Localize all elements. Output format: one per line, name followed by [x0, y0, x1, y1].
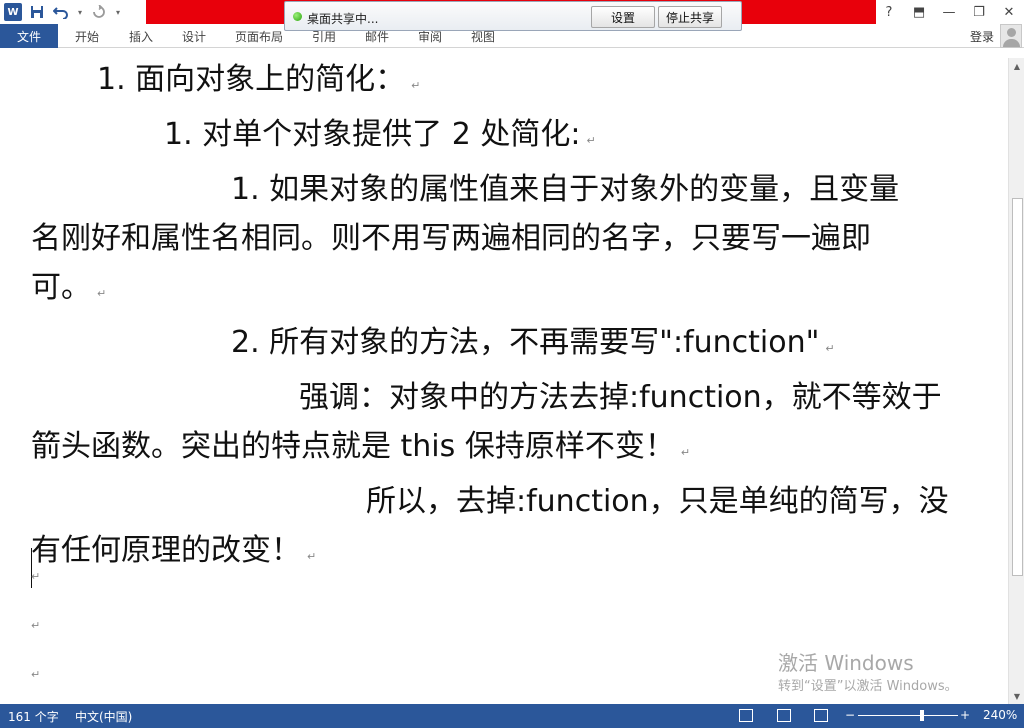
- zoom-slider[interactable]: [858, 715, 958, 716]
- read-mode-icon[interactable]: [739, 709, 753, 722]
- paragraph-mark-icon: ↵: [31, 619, 41, 632]
- web-layout-icon[interactable]: [814, 709, 828, 722]
- stop-share-button[interactable]: 停止共享: [658, 6, 722, 28]
- paragraph-mark-icon: ↵: [31, 570, 41, 583]
- doc-line: 强调：对象中的方法去掉:function，就不等效于: [299, 380, 942, 415]
- paragraph-mark-icon: ↵: [825, 342, 835, 355]
- zoom-out-button[interactable]: −: [845, 708, 855, 722]
- paragraph-mark-icon: ↵: [97, 287, 107, 300]
- doc-line: 1. 如果对象的属性值来自于对象外的变量，且变量: [231, 172, 900, 207]
- desktop-share-toolbar: 桌面共享中... 设置 停止共享: [284, 1, 742, 31]
- word-count[interactable]: 161 个字: [8, 708, 59, 725]
- document-canvas[interactable]: 1. 面向对象上的简化： ↵ 1. 对单个对象提供了 2 处简化: ↵ 1. 如果对…: [0, 48, 1008, 704]
- doc-line: 2. 所有对象的方法，不再需要写":function" ↵: [231, 325, 835, 360]
- restore-button[interactable]: ❐: [964, 0, 994, 24]
- quick-access-toolbar: W ▾ ▾: [4, 2, 122, 22]
- activation-watermark-title: 激活 Windows: [778, 651, 914, 675]
- doc-line: 名刚好和属性名相同。则不用写两遍相同的名字，只要写一遍即: [31, 221, 871, 256]
- doc-line: 1. 对单个对象提供了 2 处简化: ↵: [164, 117, 596, 152]
- print-layout-icon[interactable]: [777, 709, 791, 722]
- zoom-in-button[interactable]: +: [960, 708, 970, 722]
- undo-dropdown-icon[interactable]: ▾: [76, 3, 84, 21]
- share-status-text: 桌面共享中...: [307, 12, 379, 26]
- share-status-icon: [293, 12, 302, 21]
- activation-watermark-subtitle: 转到“设置”以激活 Windows。: [778, 679, 958, 694]
- paragraph-mark-icon: ↵: [31, 668, 41, 681]
- ribbon-display-button[interactable]: ⬒: [904, 0, 934, 24]
- help-button[interactable]: ?: [874, 0, 904, 24]
- scroll-up-icon[interactable]: ▲: [1009, 58, 1024, 74]
- tab-home[interactable]: 开始: [75, 28, 99, 45]
- avatar[interactable]: [1000, 24, 1022, 48]
- paragraph-mark-icon: ↵: [586, 134, 596, 147]
- share-settings-button[interactable]: 设置: [591, 6, 655, 28]
- zoom-slider-thumb[interactable]: [920, 710, 924, 721]
- scroll-thumb[interactable]: [1012, 198, 1023, 576]
- doc-line: 有任何原理的改变！ ↵: [31, 533, 317, 568]
- tab-file[interactable]: 文件: [0, 24, 58, 48]
- vertical-scrollbar[interactable]: ▲ ▼: [1008, 58, 1024, 704]
- login-link[interactable]: 登录: [970, 28, 994, 45]
- language-indicator[interactable]: 中文(中国): [75, 708, 132, 725]
- customize-qat-icon[interactable]: ▾: [114, 3, 122, 21]
- window-controls: ? ⬒ — ❐ ✕: [874, 0, 1024, 24]
- document-body[interactable]: 1. 面向对象上的简化： ↵ 1. 对单个对象提供了 2 处简化: ↵ 1. 如果对…: [31, 55, 976, 581]
- paragraph-mark-icon: ↵: [680, 446, 691, 459]
- scroll-down-icon[interactable]: ▼: [1009, 688, 1024, 704]
- zoom-level[interactable]: 240%: [983, 708, 1017, 722]
- minimize-button[interactable]: —: [934, 0, 964, 24]
- doc-line: 所以，去掉:function，只是单纯的简写，没: [366, 484, 949, 519]
- tab-insert[interactable]: 插入: [129, 28, 153, 45]
- tab-page-layout[interactable]: 页面布局: [235, 28, 283, 45]
- doc-line: 箭头函数。突出的特点就是 this 保持原样不变！ ↵: [31, 429, 691, 464]
- close-button[interactable]: ✕: [994, 0, 1024, 24]
- redo-icon[interactable]: [90, 3, 108, 21]
- doc-line: 可。 ↵: [31, 270, 107, 305]
- word-logo-icon: W: [4, 3, 22, 21]
- save-icon[interactable]: [28, 3, 46, 21]
- paragraph-mark-icon: ↵: [411, 79, 421, 92]
- paragraph-mark-icon: ↵: [307, 550, 317, 563]
- undo-icon[interactable]: [52, 3, 70, 21]
- doc-line: 1. 面向对象上的简化： ↵: [97, 62, 421, 97]
- tab-design[interactable]: 设计: [182, 28, 206, 45]
- status-bar: 161 个字 中文(中国) − + 240%: [0, 704, 1024, 728]
